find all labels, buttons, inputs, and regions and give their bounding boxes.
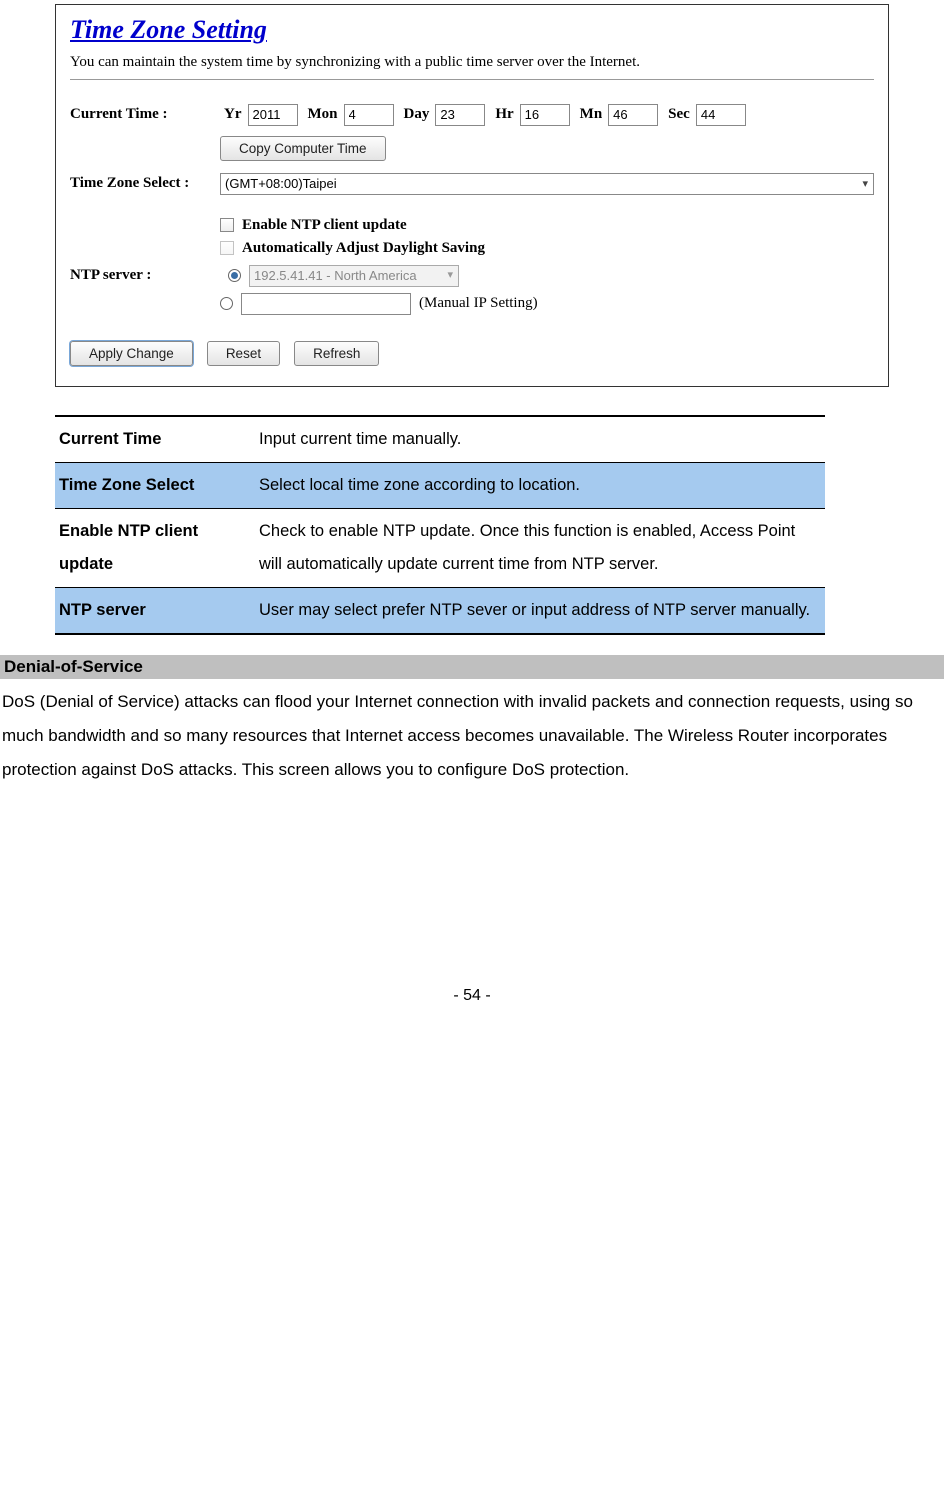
current-time-row: Current Time : Yr Mon Day Hr Mn Sec [70,104,874,126]
mn-input[interactable] [608,104,658,126]
dos-section-heading: Denial-of-Service [0,655,944,679]
hr-label: Hr [495,106,513,123]
table-row: NTP server User may select prefer NTP se… [55,587,825,634]
day-label: Day [404,106,430,123]
refresh-button[interactable]: Refresh [294,341,379,366]
sec-label: Sec [668,106,690,123]
ntp-manual-row: (Manual IP Setting) [220,293,874,315]
table-row: Enable NTP client update Check to enable… [55,508,825,587]
sec-input[interactable] [696,104,746,126]
table-value: Check to enable NTP update. Once this fu… [255,508,825,587]
ntp-server-select[interactable] [249,265,459,287]
enable-ntp-label: Enable NTP client update [242,217,407,234]
hr-input[interactable] [520,104,570,126]
ntp-manual-radio[interactable] [220,297,233,310]
ntp-server-label: NTP server : [70,267,220,284]
table-value: Input current time manually. [255,416,825,463]
ntp-preset-radio[interactable] [228,269,241,282]
table-key: Time Zone Select [55,462,255,508]
page-number: - 54 - [0,987,944,1005]
table-row: Current Time Input current time manually… [55,416,825,463]
divider [70,79,874,80]
timezone-select-label: Time Zone Select : [70,175,220,192]
table-key: NTP server [55,587,255,634]
mon-label: Mon [308,106,338,123]
panel-title: Time Zone Setting [70,15,874,45]
enable-ntp-checkbox[interactable] [220,218,234,232]
panel-description: You can maintain the system time by sync… [70,53,874,73]
ntp-manual-input[interactable] [241,293,411,315]
timezone-settings-panel: Time Zone Setting You can maintain the s… [55,4,889,387]
current-time-label: Current Time : [70,106,220,123]
timezone-select[interactable] [220,173,874,195]
mon-input[interactable] [344,104,394,126]
mn-label: Mn [580,106,603,123]
day-input[interactable] [435,104,485,126]
auto-dst-checkbox[interactable] [220,241,234,255]
table-value: Select local time zone according to loca… [255,462,825,508]
apply-change-button[interactable]: Apply Change [70,341,193,366]
table-row: Time Zone Select Select local time zone … [55,462,825,508]
table-key: Enable NTP client update [55,508,255,587]
auto-dst-label: Automatically Adjust Daylight Saving [242,240,485,257]
table-key: Current Time [55,416,255,463]
manual-ip-label: (Manual IP Setting) [419,295,538,312]
yr-input[interactable] [248,104,298,126]
enable-ntp-row: Enable NTP client update [220,217,874,234]
auto-dst-row: Automatically Adjust Daylight Saving [220,240,874,257]
timezone-select-row: Time Zone Select : [70,173,874,195]
ntp-server-row: NTP server : [70,265,874,287]
yr-label: Yr [224,106,242,123]
copy-computer-time-button[interactable]: Copy Computer Time [220,136,386,161]
dos-section-body: DoS (Denial of Service) attacks can floo… [2,685,942,787]
field-description-table: Current Time Input current time manually… [55,415,825,635]
reset-button[interactable]: Reset [207,341,280,366]
table-value: User may select prefer NTP sever or inpu… [255,587,825,634]
